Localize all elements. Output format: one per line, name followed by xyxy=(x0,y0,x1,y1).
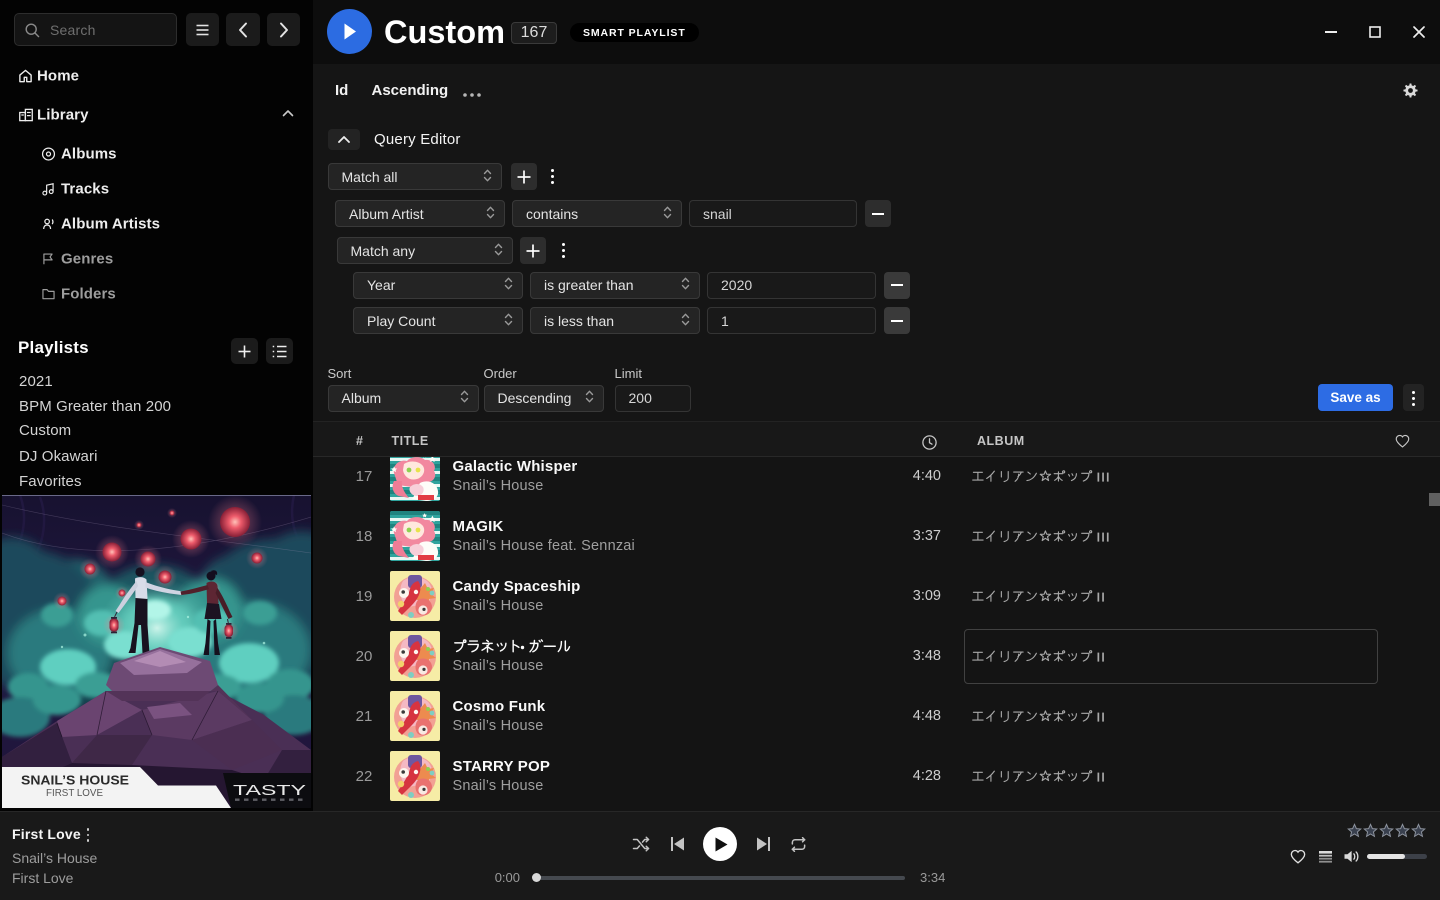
svg-text:SNAIL’S HOUSE: SNAIL’S HOUSE xyxy=(21,774,129,788)
svg-text:FIRST LOVE: FIRST LOVE xyxy=(46,787,103,799)
svg-text:TASTY: TASTY xyxy=(233,783,307,799)
